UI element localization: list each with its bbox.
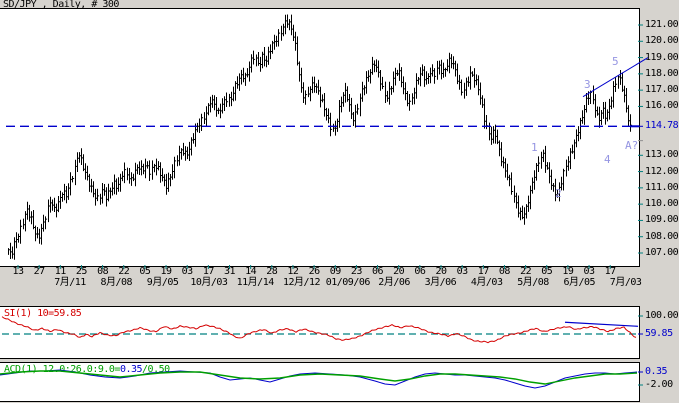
x-axis-day-label: 09	[329, 266, 342, 277]
rsi-axis-label: 59.85	[645, 328, 673, 339]
price-axis-label: 121.00	[645, 19, 679, 30]
x-axis-month-label: 2月/06	[378, 277, 410, 288]
x-axis-month-label: 8月/08	[100, 277, 133, 288]
price-axis-label: 119.00	[645, 51, 679, 63]
x-axis-month-label: 12月/12	[282, 277, 321, 288]
x-axis-day-label: 13	[12, 266, 24, 277]
x-axis-month-label: 4月/03	[470, 277, 503, 288]
macd-axis-label: 0.35	[645, 366, 668, 377]
x-axis-day-label: 20	[393, 266, 405, 277]
rsi-axis-label: 100.00	[645, 310, 679, 321]
x-axis-month-label: 7月/03	[609, 277, 642, 288]
x-axis-day-label: 23	[350, 266, 363, 277]
macd-indicator-label: ACD(1) 12.0:26.0:9.0=0.35/0.50	[4, 364, 170, 375]
x-axis-day-label: 08	[498, 266, 511, 277]
x-axis-day-label: 05	[541, 266, 553, 277]
price-axis-label: 120.00	[645, 35, 679, 47]
price-axis-label: 109.00	[645, 214, 679, 226]
x-axis-day-label: 08	[97, 266, 109, 277]
x-axis-day-label: 17	[604, 266, 617, 277]
price-axis-label: 116.00	[645, 100, 679, 112]
x-axis-day-label: 25	[75, 266, 88, 277]
x-axis-day-label: 06	[372, 266, 384, 277]
price-axis-label: 111.00	[645, 181, 679, 193]
x-axis-month-label: 7月/11	[54, 277, 86, 288]
macd-label-params: ACD(1) 12.0:26.0:9.0=	[4, 364, 120, 375]
price-chart-panel[interactable]	[0, 8, 640, 267]
price-axis-label: 114.78	[645, 120, 679, 132]
macd-axis-label: -2.00	[645, 379, 673, 390]
x-axis-month-label: 01/09/06	[325, 277, 371, 288]
x-axis-day-label: 11	[54, 266, 67, 277]
macd-panel[interactable]: ACD(1) 12.0:26.0:9.0=0.35/0.50	[0, 362, 640, 402]
x-axis-day-label: 05	[139, 266, 151, 277]
x-axis-month-label: 6月/05	[563, 277, 596, 288]
x-axis-month-label: 5月/08	[517, 277, 549, 288]
rsi-panel[interactable]: SI(1) 10=59.85	[0, 306, 640, 359]
x-axis-month-label: 3月/06	[424, 277, 457, 288]
price-axis-label: 108.00	[645, 230, 679, 242]
price-axis-label: 118.00	[645, 67, 679, 79]
x-axis-day-label: 12	[287, 266, 299, 277]
macd-label-signal-value: /0.50	[142, 364, 170, 375]
x-axis-day-label: 19	[562, 266, 574, 277]
x-axis-day-label: 06	[414, 266, 426, 277]
x-axis-day-label: 17	[202, 266, 215, 277]
x-axis-day-label: 20	[435, 266, 447, 277]
x-axis-day-label: 19	[160, 266, 173, 277]
price-axis-label: 110.00	[645, 198, 679, 210]
rsi-indicator-label: SI(1) 10=59.85	[4, 308, 82, 319]
x-axis-month-label: 11月/14	[236, 277, 275, 288]
x-axis-day-label: 03	[583, 266, 596, 277]
x-axis-day-label: 31	[223, 266, 236, 277]
x-axis-month-label: 10月/03	[190, 277, 228, 288]
x-axis-day-label: 26	[308, 266, 321, 277]
x-axis-month-label: 9月/05	[146, 277, 179, 288]
macd-label-value: 0.35	[119, 364, 143, 375]
charting-app-window: SD/JPY , Daily, # 300 SI(1) 10=59.85 ACD…	[0, 0, 679, 403]
x-axis-day-label: 27	[33, 266, 46, 277]
x-axis-day-label: 22	[118, 266, 130, 277]
x-axis-day-label: 03	[181, 266, 194, 277]
x-axis-day-label: 22	[520, 266, 532, 277]
chart-symbol-title: SD/JPY , Daily, # 300	[3, 0, 119, 10]
price-axis-label: 113.00	[645, 149, 679, 161]
x-axis-day-label: 28	[266, 266, 278, 277]
x-axis-day-label: 17	[477, 266, 490, 277]
price-axis-label: 107.00	[645, 247, 679, 258]
price-axis-label: 112.00	[645, 165, 679, 177]
x-axis-day-label: 03	[456, 266, 469, 277]
x-axis-day-label: 14	[245, 266, 257, 277]
price-axis-label: 117.00	[645, 84, 679, 96]
